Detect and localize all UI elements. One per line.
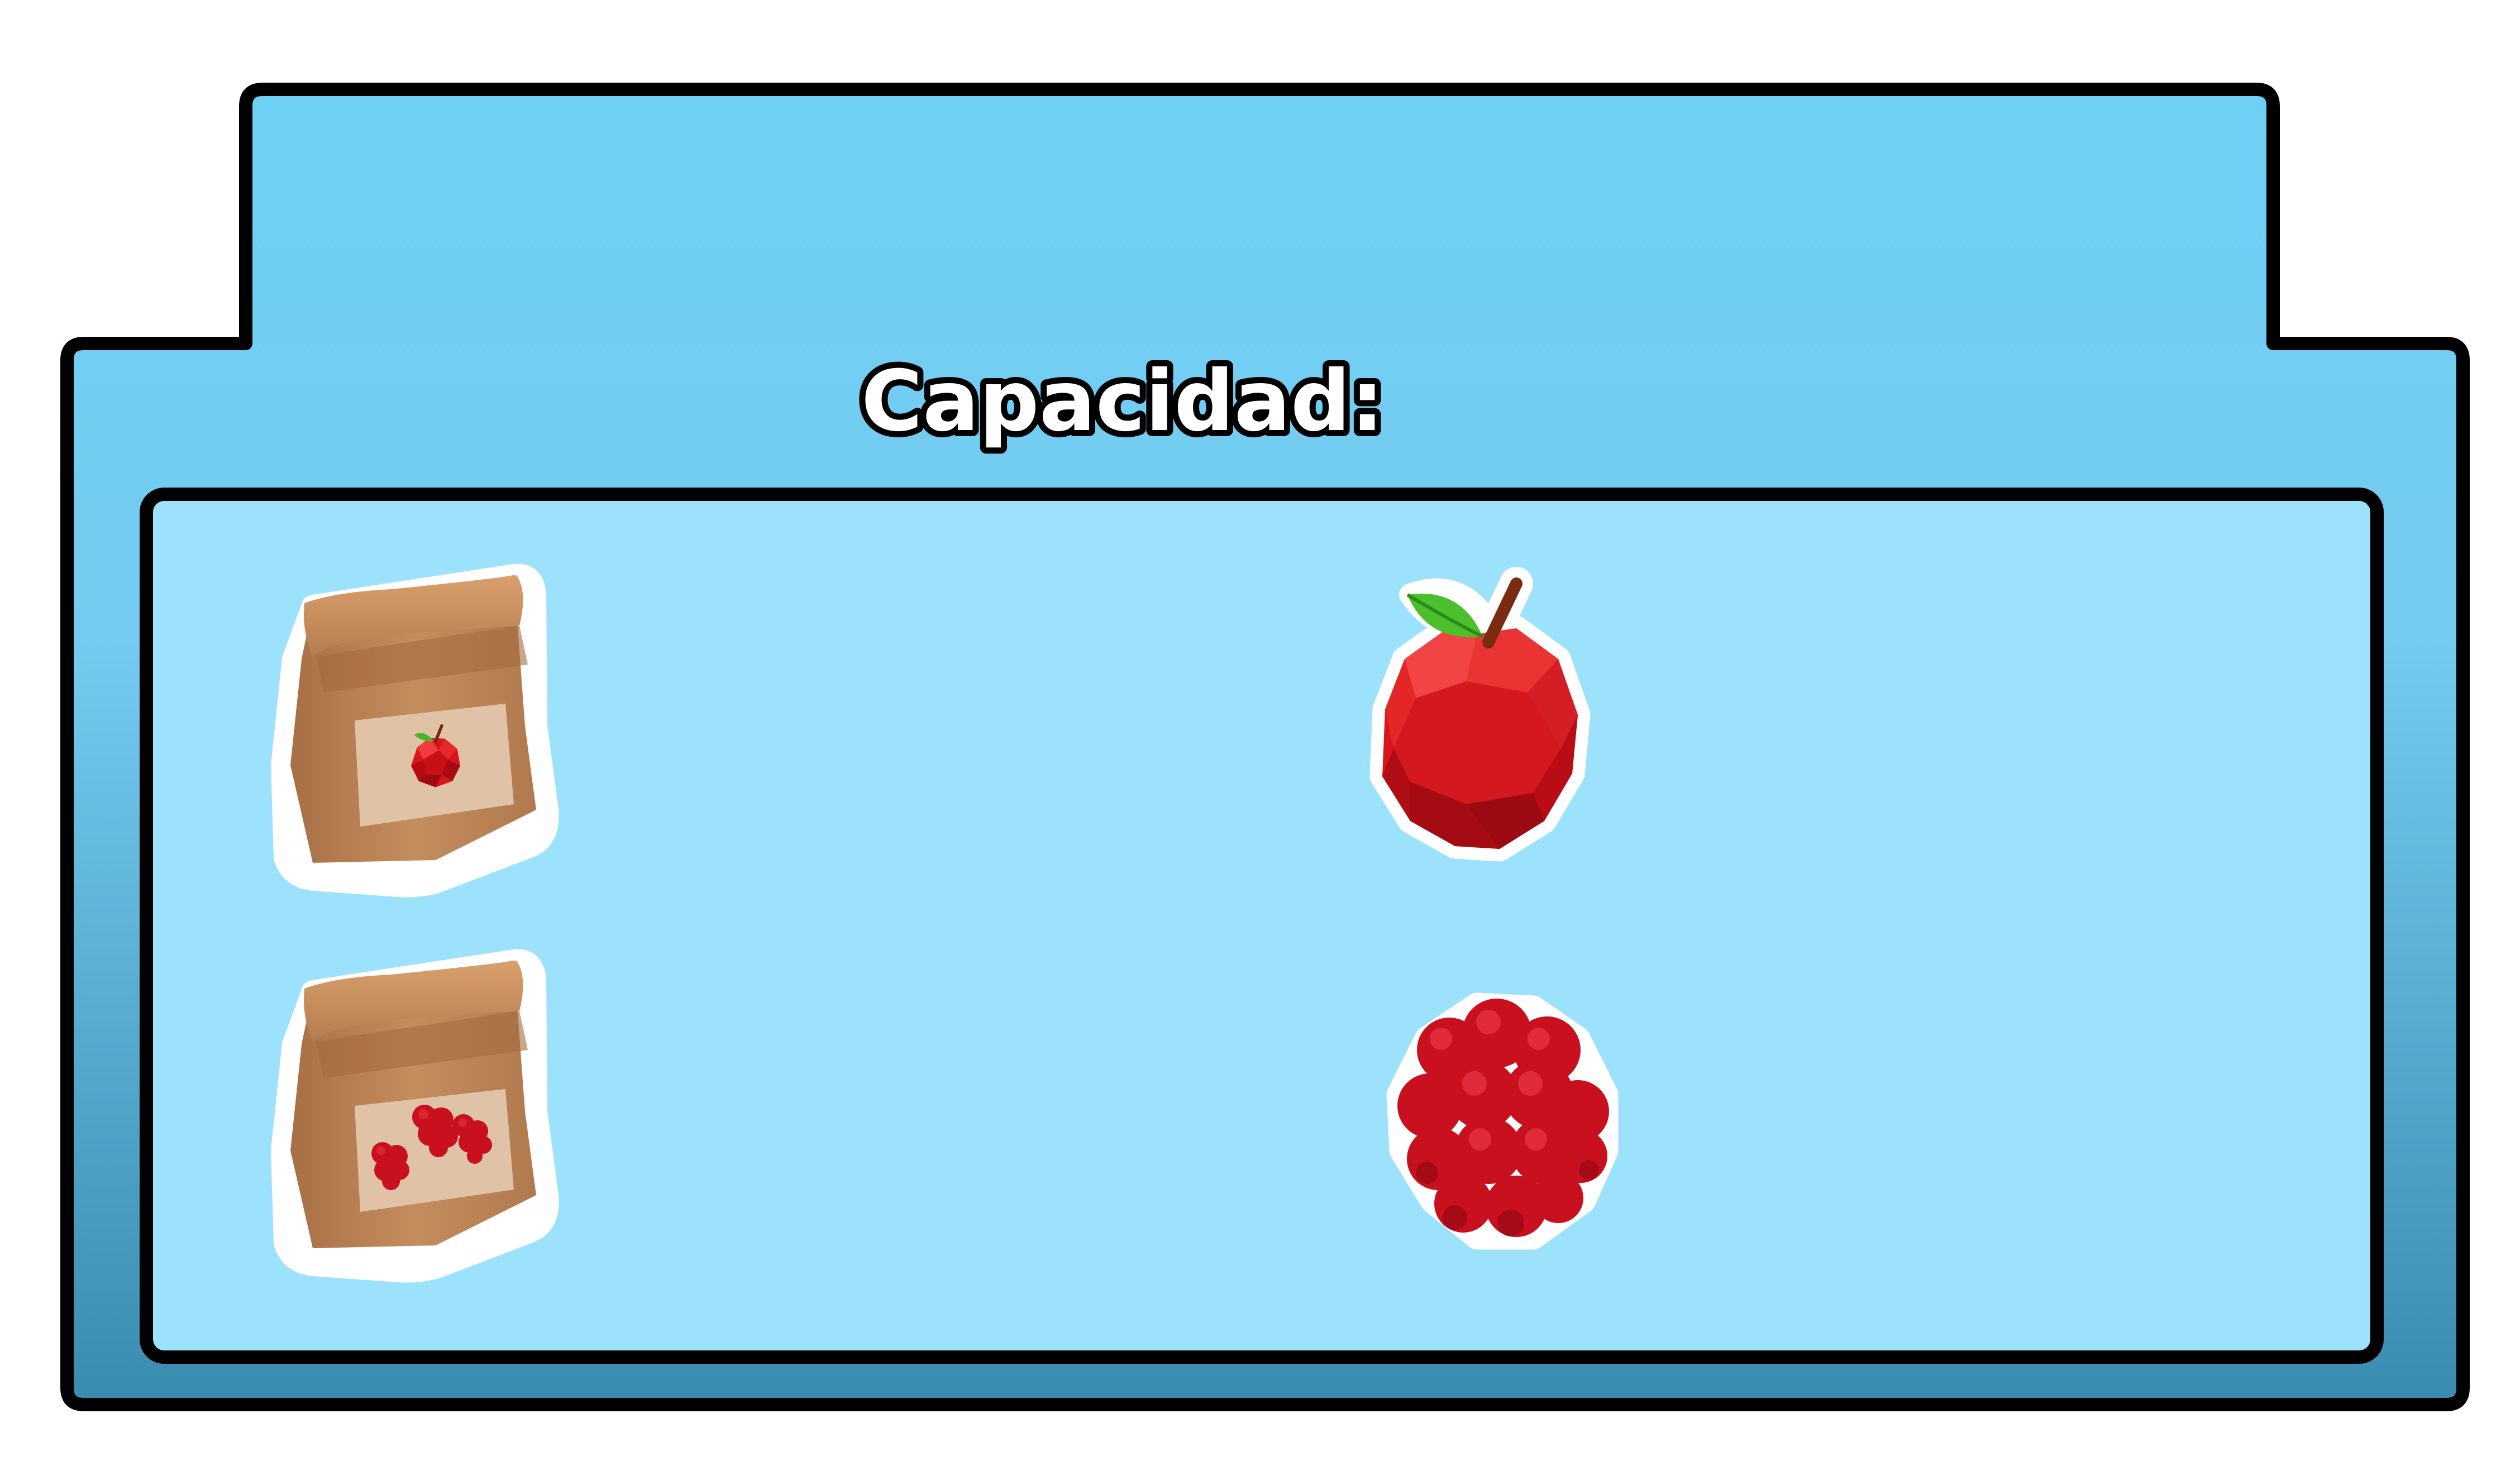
raspberry-icon[interactable] (1386, 992, 1619, 1250)
seed-bag-apple-icon[interactable] (271, 564, 559, 897)
seed-bag-raspberry-icon[interactable] (271, 949, 559, 1283)
capacity-panel: Capacidad: (60, 83, 2470, 1411)
panel-title: Capacidad: (861, 353, 1384, 450)
